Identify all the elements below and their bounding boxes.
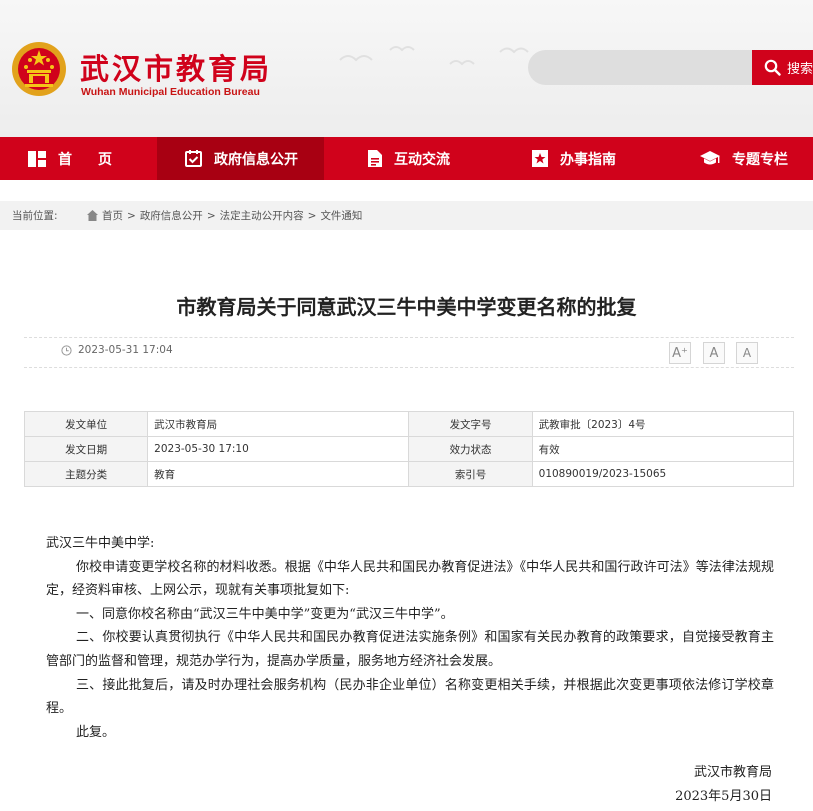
info-key: 效力状态 <box>408 436 533 462</box>
graduation-cap-icon <box>700 151 720 166</box>
nav-item-label: 专题专栏 <box>732 151 788 168</box>
info-value: 教育 <box>147 461 410 487</box>
table-row: 主题分类 教育 索引号 010890019/2023-15065 <box>23 461 795 487</box>
signature-block: 武汉市教育局 2023年5月30日 <box>675 761 772 808</box>
breadcrumb-label: 当前位置: <box>12 210 58 222</box>
info-key: 索引号 <box>408 461 533 487</box>
breadcrumb-link-gov-info[interactable]: 政府信息公开 <box>140 208 203 223</box>
star-icon <box>532 150 548 167</box>
sign-date: 2023年5月30日 <box>675 788 772 804</box>
breadcrumb-link-notices[interactable]: 文件通知 <box>320 208 362 223</box>
nav-item-topics[interactable]: 专题专栏 <box>657 137 813 180</box>
search-bar: 搜索 <box>528 50 813 85</box>
search-input[interactable] <box>528 50 754 85</box>
paragraph: 你校申请变更学校名称的材料收悉。根据《中华人民共和国民办教育促进法》《中华人民共… <box>46 559 774 599</box>
paragraph: 此复。 <box>76 724 116 740</box>
breadcrumb-separator: > <box>127 209 136 222</box>
site-title: 武汉市教育局 <box>80 52 273 86</box>
breadcrumb-separator: > <box>206 209 216 222</box>
national-emblem-icon <box>12 42 66 96</box>
decorative-birds <box>339 46 551 72</box>
info-value: 010890019/2023-15065 <box>531 461 795 487</box>
info-value: 2023-05-30 17:10 <box>147 436 410 462</box>
nav-item-interaction[interactable]: 互动交流 <box>324 137 490 180</box>
nav-item-label: 首页 <box>58 151 138 168</box>
info-key: 发文字号 <box>408 411 533 437</box>
document-info-table: 发文单位 武汉市教育局 发文字号 武教审批〔2023〕4号 发文日期 2023-… <box>23 411 795 487</box>
info-key: 发文单位 <box>23 411 149 437</box>
home-icon <box>87 210 98 221</box>
nav-item-label: 互动交流 <box>394 151 450 168</box>
site-subtitle: Wuhan Municipal Education Bureau <box>81 86 260 98</box>
font-size-large-button[interactable]: A⁺ <box>669 342 691 364</box>
nav-item-label: 办事指南 <box>560 151 616 168</box>
paragraph: 一、同意你校名称由“武汉三牛中美中学”变更为“武汉三牛中学”。 <box>76 606 454 622</box>
publish-date: 2023-05-31 17:04 <box>61 344 173 356</box>
publish-time: 2023-05-31 17:04 <box>78 344 173 356</box>
article-meta: 2023-05-31 17:04 A⁺ A A <box>24 337 794 368</box>
font-size-small-button[interactable]: A <box>736 342 758 364</box>
paragraph: 三、接此批复后，请及时办理社会服务机构（民办非企业单位）名称变更相关手续，并根据… <box>46 677 774 717</box>
search-icon <box>764 59 781 76</box>
breadcrumb: 当前位置: 首页 > 政府信息公开 > 法定主动公开内容 > 文件通知 <box>0 201 813 230</box>
info-value: 有效 <box>531 436 795 462</box>
article-body: 武汉三牛中美中学: 你校申请变更学校名称的材料收悉。根据《中华人民共和国民办教育… <box>46 532 774 744</box>
info-key: 主题分类 <box>23 461 149 487</box>
main-nav: 首页 政府信息公开 互动交流 办事指南 专题专栏 <box>0 137 813 180</box>
checklist-icon <box>185 150 202 167</box>
nav-item-label: 政府信息公开 <box>214 151 298 168</box>
breadcrumb-link-statutory[interactable]: 法定主动公开内容 <box>220 208 304 223</box>
signature: 武汉市教育局 <box>693 765 772 780</box>
table-row: 发文日期 2023-05-30 17:10 效力状态 有效 <box>23 436 795 462</box>
page-title: 市教育局关于同意武汉三牛中美中学变更名称的批复 <box>176 295 637 319</box>
home-icon <box>28 150 46 167</box>
breadcrumb-separator: > <box>307 209 317 222</box>
info-value: 武教审批〔2023〕4号 <box>531 411 795 437</box>
table-row: 发文单位 武汉市教育局 发文字号 武教审批〔2023〕4号 <box>23 411 795 437</box>
font-size-medium-button[interactable]: A <box>703 342 725 364</box>
info-key: 发文日期 <box>23 436 149 462</box>
breadcrumb-link-home[interactable]: 首页 <box>102 208 123 223</box>
salutation: 武汉三牛中美中学: <box>46 536 155 551</box>
clock-icon <box>61 344 72 356</box>
nav-item-guide[interactable]: 办事指南 <box>490 137 657 180</box>
search-button[interactable]: 搜索 <box>752 50 813 85</box>
paragraph: 二、你校要认真贯彻执行《中华人民共和国民办教育促进法实施条例》和国家有关民办教育… <box>46 630 774 669</box>
info-value: 武汉市教育局 <box>147 411 410 437</box>
nav-item-home[interactable]: 首页 <box>0 137 157 180</box>
site-header: 武汉市教育局 Wuhan Municipal Education Bureau … <box>0 0 813 137</box>
document-icon <box>368 150 382 167</box>
nav-item-gov-info[interactable]: 政府信息公开 <box>157 137 324 180</box>
search-button-label: 搜索 <box>787 62 813 77</box>
